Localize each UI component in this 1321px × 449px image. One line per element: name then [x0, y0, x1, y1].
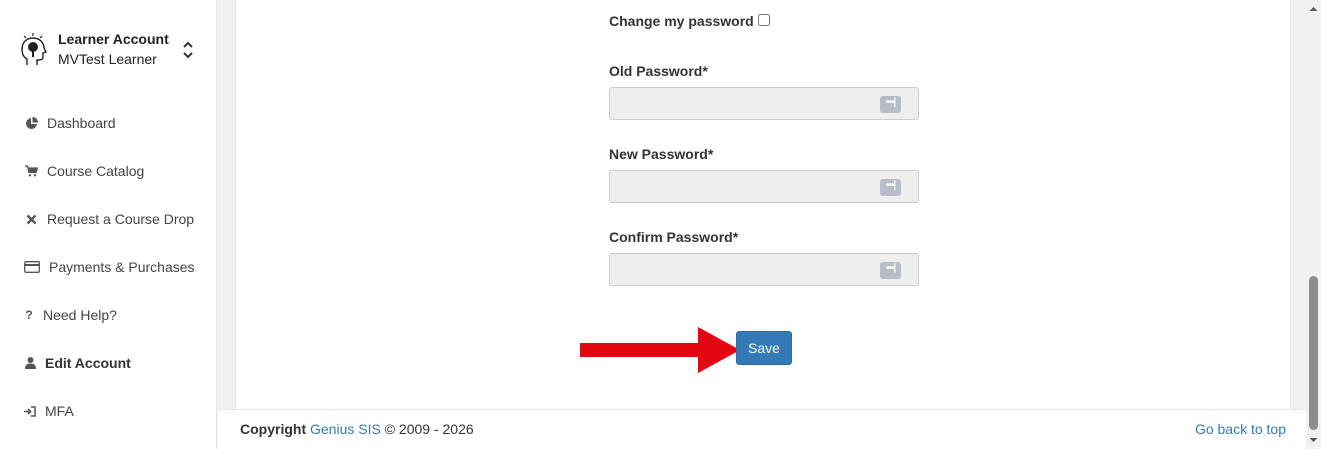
scrollbar-thumb[interactable] — [1309, 276, 1318, 430]
sidebar-item-label: Dashboard — [47, 115, 116, 131]
head-tree-icon — [18, 33, 50, 67]
sidebar-item-need-help[interactable]: ? Need Help? — [0, 291, 217, 339]
sidebar-item-course-catalog[interactable]: Course Catalog — [0, 147, 217, 195]
account-name-label: MVTest Learner — [58, 51, 157, 67]
password-dots-icon[interactable]: •••| — [880, 262, 901, 279]
red-arrow-annotation — [580, 327, 740, 373]
sidebar-item-label: Need Help? — [43, 307, 117, 323]
save-button[interactable]: Save — [736, 331, 792, 365]
new-password-label: New Password* — [609, 146, 714, 162]
old-password-label: Old Password* — [609, 63, 708, 79]
account-switcher[interactable]: Learner Account MVTest Learner — [16, 30, 201, 70]
genius-sis-link[interactable]: Genius SIS — [310, 421, 381, 437]
chevron-up-down-icon[interactable] — [181, 39, 195, 61]
change-password-checkbox[interactable] — [757, 13, 770, 26]
copyright-years: © 2009 - 2026 — [384, 421, 474, 437]
credit-card-icon — [24, 260, 40, 274]
sidebar-nav: Dashboard Course Catalog Request a Cours… — [0, 99, 217, 435]
footer: Copyright Genius SIS © 2009 - 2026 Go ba… — [218, 409, 1306, 449]
password-dots-icon[interactable]: •••| — [880, 179, 901, 196]
sign-in-icon — [24, 404, 36, 418]
old-password-field[interactable]: •••| — [609, 87, 919, 120]
account-type-label: Learner Account — [58, 31, 169, 47]
new-password-field[interactable]: •••| — [609, 170, 919, 203]
scroll-up-arrow-icon[interactable] — [1306, 2, 1321, 16]
sidebar-item-label: Request a Course Drop — [47, 211, 195, 227]
sidebar-item-payments[interactable]: Payments & Purchases — [0, 243, 217, 291]
confirm-password-field[interactable]: •••| — [609, 253, 919, 286]
edit-account-card: Change my password Old Password* •••| Ne… — [235, 0, 1291, 409]
go-back-to-top-link[interactable]: Go back to top — [1195, 421, 1286, 437]
password-dots-icon[interactable]: •••| — [880, 96, 901, 113]
sidebar-item-mfa[interactable]: MFA — [0, 387, 217, 435]
sidebar-item-label: Payments & Purchases — [49, 259, 195, 275]
change-password-label: Change my password — [609, 13, 754, 29]
sidebar-item-edit-account[interactable]: Edit Account — [0, 339, 217, 387]
sidebar-item-dashboard[interactable]: Dashboard — [0, 99, 217, 147]
sidebar-item-label: Course Catalog — [47, 163, 145, 179]
copyright-label: Copyright — [240, 421, 307, 437]
pie-chart-icon — [24, 116, 38, 130]
sidebar-item-label: Edit Account — [45, 355, 131, 371]
confirm-password-label: Confirm Password* — [609, 229, 739, 245]
close-icon — [24, 212, 38, 226]
cart-icon — [24, 164, 38, 178]
sidebar-item-request-drop[interactable]: Request a Course Drop — [0, 195, 217, 243]
sidebar: Learner Account MVTest Learner Dashboard… — [0, 0, 217, 449]
page-scrollbar[interactable] — [1306, 0, 1321, 449]
copyright-text: Copyright Genius SIS © 2009 - 2026 — [240, 421, 474, 437]
scroll-down-arrow-icon[interactable] — [1306, 433, 1321, 447]
change-password-toggle[interactable]: Change my password — [609, 13, 770, 29]
question-icon: ? — [25, 308, 33, 322]
sidebar-item-label: MFA — [45, 403, 74, 419]
user-icon — [24, 356, 36, 370]
